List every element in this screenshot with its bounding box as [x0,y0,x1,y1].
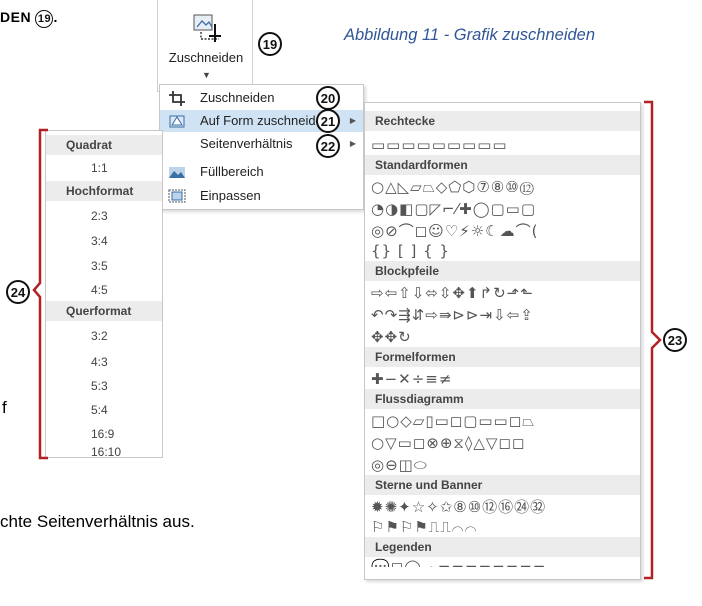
marker-21: 21 [316,109,340,133]
fit-icon [168,189,186,203]
shape-row[interactable]: □○◇▱▯▭◻▢▭▭◻⏢ [371,411,639,431]
crop-icon [193,14,221,42]
menu-item-fit[interactable]: Einpassen [160,185,363,207]
shape-row[interactable]: 💬◻◯☁⌐⌐⌐⌐⌐⌐⌐⌐ [371,557,639,567]
section-block-arrows: Blockpfeile [365,261,640,281]
group-header-square: Quadrat [46,135,162,155]
submenu-arrow-icon: ▶ [349,116,356,125]
marker-24: 24 [6,280,30,304]
shape-row[interactable]: ⇨⇦⇧⇩⬄⇳✥⬆↱↻⬏⬑ [371,283,639,303]
document-body-text: chte Seitenverhältnis aus. [0,512,195,531]
shape-row[interactable]: ⚐⚑⚐⚑⎍⎍⌒⌒ [371,517,639,537]
ratio-3-5[interactable]: 3:5 [91,259,108,273]
ratio-4-5[interactable]: 4:5 [91,283,108,297]
shape-row[interactable]: ○▽▭◻⊗⊕⧖◊△▽◻◻ [371,433,639,453]
figure-caption: Abbildung 11 - Grafik zuschneiden [344,26,596,44]
shape-row[interactable]: ✹✺✦☆✧✩⑧⑩⑫⑯㉔㉜ [371,497,639,517]
marker-20: 20 [316,86,340,110]
shape-row[interactable]: ▭▭▭▭▭▭▭▭▭ [371,135,639,155]
ratio-16-9[interactable]: 16:9 [91,427,114,441]
document-heading-fragment: DEN 19. [0,9,58,28]
group-header-landscape: Querformat [46,301,162,321]
marker-22: 22 [316,134,340,158]
ratio-1-1[interactable]: 1:1 [91,161,108,175]
ratio-2-3[interactable]: 2:3 [91,209,108,223]
submenu-arrow-icon: ▶ [349,139,356,148]
marker-23: 23 [663,328,687,352]
chevron-down-icon[interactable]: ▼ [202,70,211,80]
shapes-gallery: Rechtecke ▭▭▭▭▭▭▭▭▭ Standardformen ○△◺▱⏢… [364,102,641,580]
shape-row[interactable]: ○△◺▱⏢◇⬠⬡⑦⑧⑩⑫ [371,177,639,197]
fill-icon [169,167,185,178]
ratio-5-4[interactable]: 5:4 [91,403,108,417]
shape-row[interactable]: ◔◑◧▢◸⌐⁄✚◯▢▭▢ [371,199,639,219]
crop-icon [169,91,185,106]
ratio-3-2[interactable]: 3:2 [91,329,108,343]
bracket-24 [32,128,48,460]
shape-crop-icon [169,115,185,128]
shape-row[interactable]: ✚−✕÷≡≠ [371,369,639,389]
ratio-4-3[interactable]: 4:3 [91,355,108,369]
section-callouts: Legenden [365,537,640,557]
crop-button[interactable]: Zuschneiden ▼ [157,0,253,92]
aspect-ratio-menu: Quadrat 1:1 Hochformat 2:3 3:4 3:5 4:5 Q… [45,130,163,459]
menu-item-fill[interactable]: Füllbereich [160,161,363,183]
marker-19: 19 [35,10,54,28]
marker-19-large: 19 [258,32,282,56]
crop-button-label: Zuschneiden [168,50,244,65]
section-basic-shapes: Standardformen [365,155,640,175]
document-text-fragment: f [2,398,7,417]
shape-row[interactable]: ◎⊘⌒◻☺♡⚡☼☾☁⌒( [371,221,639,241]
shape-row[interactable]: {} [ ] { } [371,241,639,261]
shape-row[interactable]: ↶↷⇶⇵⇨⇛⊳⊳⇥⇩⇦⇪ [371,305,639,325]
ratio-3-4[interactable]: 3:4 [91,234,108,248]
shape-row[interactable]: ✥✥↻ [371,327,639,347]
ratio-5-3[interactable]: 5:3 [91,379,108,393]
section-rectangles: Rechtecke [365,111,640,131]
section-flowchart: Flussdiagramm [365,389,640,409]
section-stars-banners: Sterne und Banner [365,475,640,495]
ratio-16-10[interactable]: 16:10 [91,445,121,459]
shape-row[interactable]: ◎⊖◫⬭ [371,455,639,475]
section-equation-shapes: Formelformen [365,347,640,367]
group-header-portrait: Hochformat [46,181,162,201]
